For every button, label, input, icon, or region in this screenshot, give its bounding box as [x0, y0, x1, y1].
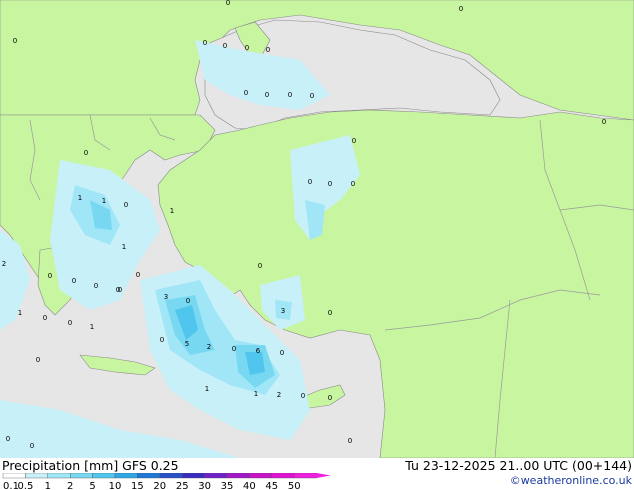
- map-value-label: 0: [68, 319, 72, 327]
- map-value-label: 2: [2, 260, 6, 268]
- map-value-label: 0: [30, 442, 34, 450]
- legend-tick-label: 1: [45, 481, 51, 490]
- legend-tick-label: 20: [153, 481, 166, 490]
- map-value-label: 1: [205, 385, 209, 393]
- credit-link[interactable]: ©weatheronline.co.uk: [510, 474, 632, 488]
- legend-tick-label: 30: [198, 481, 211, 490]
- map-value-label: 0: [280, 349, 284, 357]
- legend-swatch: [114, 473, 138, 479]
- map-value-label: 0: [118, 286, 122, 294]
- map-value-label: 0: [186, 297, 190, 305]
- legend-swatch: [181, 473, 205, 479]
- map-value-label: 0: [245, 44, 249, 52]
- legend-swatch: [204, 473, 228, 479]
- map-value-label: 0: [602, 118, 606, 126]
- map-value-label: 1: [254, 390, 258, 398]
- map-value-label: 0: [160, 336, 164, 344]
- map-value-label: 0: [36, 356, 40, 364]
- legend-swatch: [47, 473, 71, 479]
- map-value-label: 0: [459, 5, 463, 13]
- legend-swatch: [226, 473, 250, 479]
- map-value-label: 1: [122, 243, 126, 251]
- map-value-label: 0: [310, 92, 314, 100]
- map-value-label: 0: [351, 180, 355, 188]
- legend-swatch: [2, 473, 26, 479]
- legend-swatch: [92, 473, 116, 479]
- valid-time: Tu 23-12-2025 21..00 UTC (00+144): [405, 458, 632, 473]
- legend-tick-label: 35: [221, 481, 234, 490]
- map-value-label: 0: [352, 137, 356, 145]
- map-value-label: 5: [185, 340, 189, 348]
- legend-swatch: [69, 473, 93, 479]
- map-value-label: 0: [124, 201, 128, 209]
- map-value-label: 0: [265, 91, 269, 99]
- map-value-label: 0: [84, 149, 88, 157]
- legend-tick-label: 10: [109, 481, 122, 490]
- legend-tick-label: 40: [243, 481, 256, 490]
- legend-tick-label: 0.5: [17, 481, 33, 490]
- legend-tick-label: 25: [176, 481, 189, 490]
- precipitation-legend: 0.10.5 1 2 5 10 15 20 25 30 35 40 45 50: [2, 473, 331, 490]
- map-value-label: 0: [328, 394, 332, 402]
- map-value-label: 1: [90, 323, 94, 331]
- legend-swatch: [249, 473, 272, 479]
- map-value-label: 0: [72, 277, 76, 285]
- map-value-label: 0: [203, 39, 207, 47]
- legend-swatch: [294, 473, 317, 479]
- map-value-label: 0: [94, 282, 98, 290]
- legend-swatch: [25, 473, 48, 479]
- precipitation-map: 0 0 0 0 0 0 0 0 0 0 0 0 0 0 0 1 1 0 1 1 0 0 2 0 0 0 0 1 0 1 0 3 0 0 0 3 0 5 2 0…: [0, 0, 634, 458]
- map-value-label: 0: [288, 91, 292, 99]
- legend-tick-label: 5: [89, 481, 95, 490]
- map-value-label: 0: [308, 178, 312, 186]
- map-value-label: 0: [13, 37, 17, 45]
- map-value-label: 3: [164, 293, 168, 301]
- map-value-label: 2: [207, 343, 211, 351]
- map-value-label: 0: [136, 271, 140, 279]
- legend-arrow: [316, 473, 331, 478]
- legend-tick-label: 45: [265, 481, 278, 490]
- map-value-label: 1: [170, 207, 174, 215]
- map-value-label: 0: [43, 314, 47, 322]
- map-value-label: 0: [328, 180, 332, 188]
- legend-tick-label: 2: [67, 481, 73, 490]
- legend-swatch: [271, 473, 295, 479]
- map-value-label: 0: [258, 262, 262, 270]
- legend-tick-label: 15: [131, 481, 144, 490]
- legend-tick-label: 50: [288, 481, 301, 490]
- map-value-label: 0: [328, 309, 332, 317]
- map-value-label: 0: [226, 0, 230, 7]
- map-value-label: 0: [301, 392, 305, 400]
- map-value-label: 0: [48, 272, 52, 280]
- map-value-label: 0: [348, 437, 352, 445]
- map-value-label: 1: [102, 197, 106, 205]
- map-value-label: 3: [281, 307, 285, 315]
- map-value-label: 1: [78, 194, 82, 202]
- map-value-label: 2: [277, 391, 281, 399]
- legend-swatch: [159, 473, 183, 479]
- map-title: Precipitation [mm] GFS 0.25: [2, 458, 179, 473]
- legend-swatch: [137, 473, 160, 479]
- map-value-label: 0: [232, 345, 236, 353]
- map-value-label: 0: [223, 42, 227, 50]
- map-value-label: 0: [266, 46, 270, 54]
- map-value-label: 0: [6, 435, 10, 443]
- map-value-label: 1: [18, 309, 22, 317]
- map-value-label: 6: [256, 347, 261, 355]
- map-value-label: 0: [244, 89, 248, 97]
